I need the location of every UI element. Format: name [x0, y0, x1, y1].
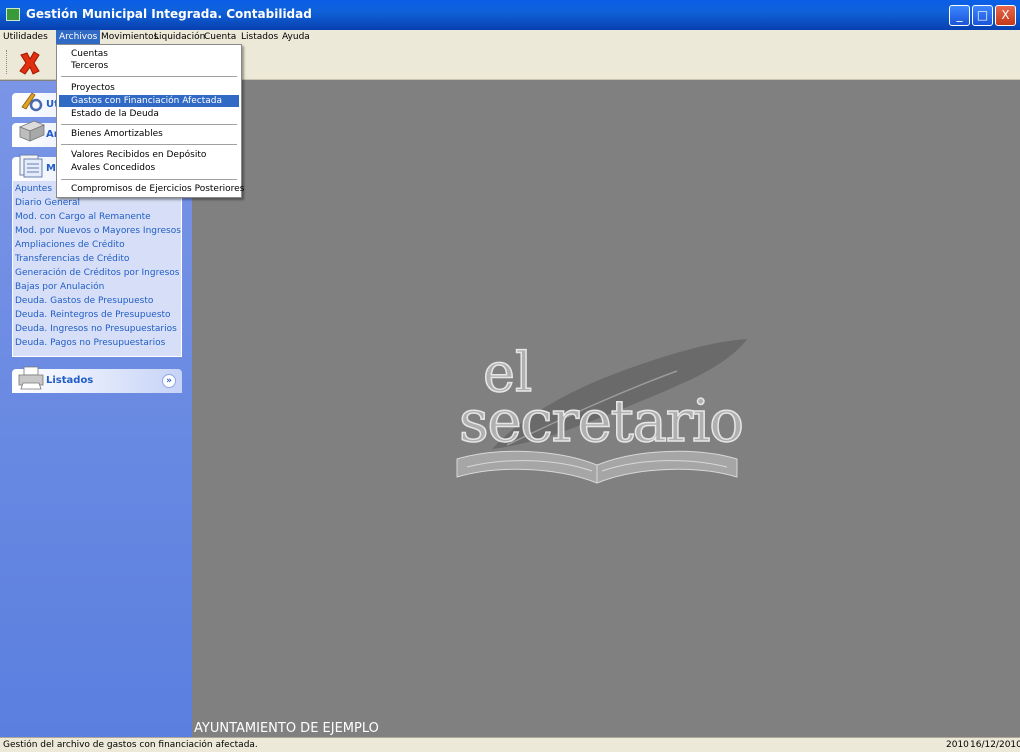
menu-item-proyectos[interactable]: Proyectos — [59, 82, 239, 94]
section-listados[interactable]: Listados » — [12, 366, 182, 393]
menu-separator — [61, 144, 237, 145]
link-transferencias-credito[interactable]: Transferencias de Crédito — [15, 254, 129, 264]
movimientos-links: Apuntes Diario General Mod. con Cargo al… — [12, 181, 182, 357]
link-mod-nuevos-ingresos[interactable]: Mod. por Nuevos o Mayores Ingresos — [15, 226, 181, 236]
window-title: Gestión Municipal Integrada. Contabilida… — [26, 7, 312, 21]
status-year: 2010 — [946, 740, 969, 750]
menu-ayuda[interactable]: Ayuda — [279, 30, 313, 44]
menu-cuenta[interactable]: Cuenta — [201, 30, 239, 44]
link-deuda-reintegros[interactable]: Deuda. Reintegros de Presupuesto — [15, 310, 171, 320]
menu-separator — [61, 179, 237, 180]
filing-cabinet-icon — [18, 120, 46, 142]
title-bar: Gestión Municipal Integrada. Contabilida… — [0, 0, 1020, 30]
logo-secretario-text: secretario — [459, 387, 744, 455]
section-movimientos-label: M — [46, 163, 56, 174]
menu-separator — [61, 124, 237, 125]
toolbar-grip[interactable] — [6, 50, 9, 74]
menu-item-terceros[interactable]: Terceros — [59, 60, 239, 72]
expand-chevron-icon[interactable]: » — [162, 374, 176, 388]
menu-item-compromisos[interactable]: Compromisos de Ejercicios Posteriores — [59, 183, 244, 195]
link-deuda-pagos[interactable]: Deuda. Pagos no Presupuestarios — [15, 338, 165, 348]
link-bajas-anulacion[interactable]: Bajas por Anulación — [15, 282, 104, 292]
menu-listados[interactable]: Listados — [238, 30, 281, 44]
minimize-button[interactable]: _ — [949, 5, 970, 26]
printer-icon — [18, 366, 44, 390]
main-area: el secretario AYUNTAMIENTO DE EJEMPLO — [192, 81, 1020, 737]
menu-liquidacion[interactable]: Liquidación — [151, 30, 208, 44]
section-listados-label: Listados — [46, 375, 94, 386]
archivos-dropdown: Cuentas Terceros Proyectos Gastos con Fi… — [56, 44, 244, 198]
menu-item-cuentas[interactable]: Cuentas — [59, 48, 239, 60]
link-deuda-gastos[interactable]: Deuda. Gastos de Presupuesto — [15, 296, 153, 306]
close-button[interactable]: X — [995, 5, 1016, 26]
tools-icon — [21, 92, 43, 112]
link-deuda-ingresos[interactable]: Deuda. Ingresos no Presupuestarios — [15, 324, 177, 334]
menu-item-bienes-amortizables[interactable]: Bienes Amortizables — [59, 128, 239, 140]
link-ampliaciones-credito[interactable]: Ampliaciones de Crédito — [15, 240, 125, 250]
status-bar: Gestión del archivo de gastos con financ… — [0, 737, 1020, 752]
link-generacion-creditos[interactable]: Generación de Créditos por Ingresos — [15, 268, 180, 278]
app-icon — [6, 8, 20, 21]
status-message: Gestión del archivo de gastos con financ… — [3, 740, 258, 750]
link-apuntes[interactable]: Apuntes — [15, 184, 52, 194]
menu-item-gastos-financiacion[interactable]: Gastos con Financiación Afectada — [59, 95, 239, 107]
menu-item-avales-concedidos[interactable]: Avales Concedidos — [59, 162, 239, 174]
menu-archivos[interactable]: Archivos — [56, 30, 101, 44]
menu-separator — [61, 76, 237, 77]
menu-item-estado-deuda[interactable]: Estado de la Deuda — [59, 108, 239, 120]
municipality-label: AYUNTAMIENTO DE EJEMPLO — [194, 721, 379, 736]
maximize-button[interactable]: □ — [972, 5, 993, 26]
el-secretario-logo: el secretario — [456, 339, 747, 484]
exit-icon[interactable] — [16, 49, 44, 77]
link-diario-general[interactable]: Diario General — [15, 198, 80, 208]
status-date: 16/12/2010 — [970, 740, 1020, 750]
ledger-icon — [19, 154, 43, 178]
link-mod-cargo-remanente[interactable]: Mod. con Cargo al Remanente — [15, 212, 151, 222]
menu-utilidades[interactable]: Utilidades — [0, 30, 51, 44]
menu-bar: Utilidades Archivos Movimientos Liquidac… — [0, 30, 1020, 44]
menu-item-valores-deposito[interactable]: Valores Recibidos en Depósito — [59, 149, 239, 161]
